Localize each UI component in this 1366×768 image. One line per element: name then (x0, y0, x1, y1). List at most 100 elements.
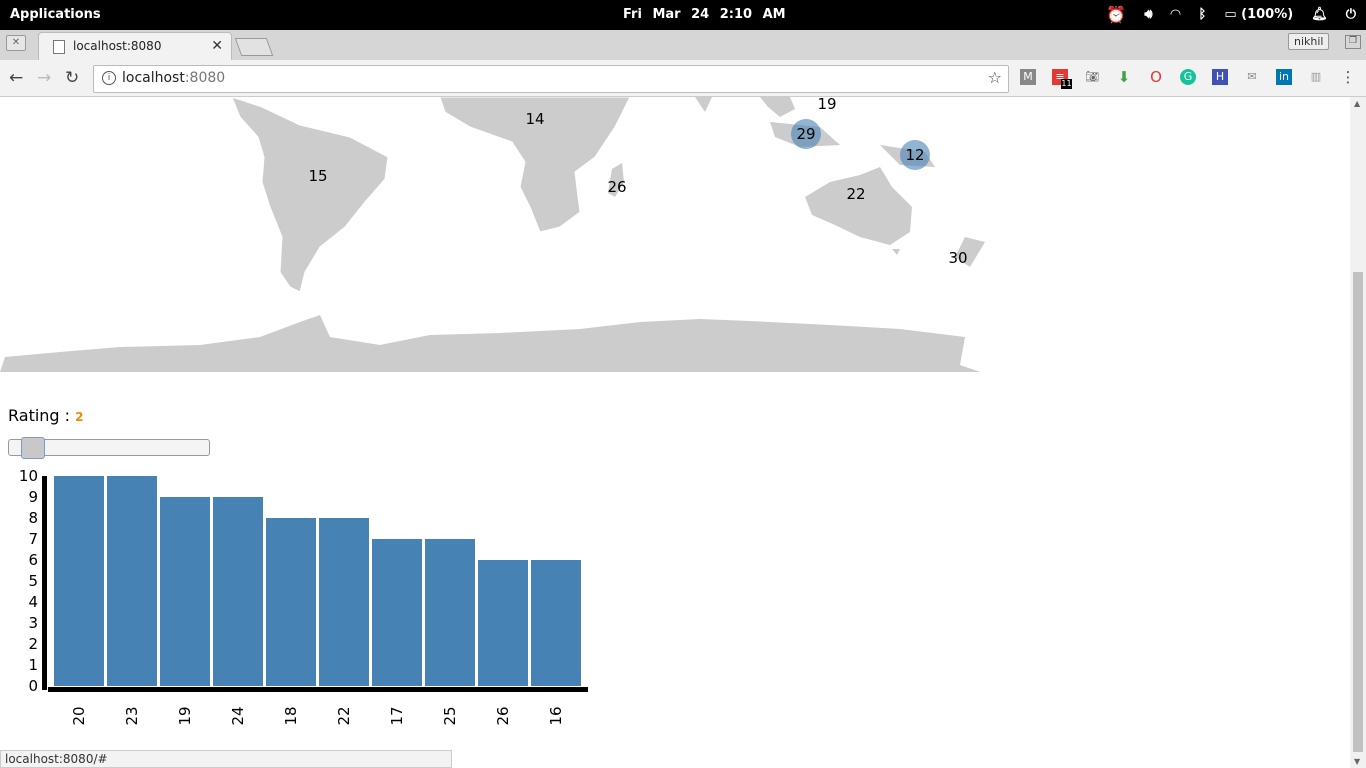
bar (319, 518, 369, 686)
se-asia-landmass (760, 97, 795, 117)
system-tray: ⏰ 🔊︎ ◠ ᛒ ▭ (100%) 🔔︎ ⏻ (1106, 5, 1356, 24)
y-tick-label: 2 (28, 635, 38, 653)
bar (425, 539, 475, 686)
page-icon (53, 40, 65, 54)
profile-button[interactable]: nikhil (1288, 33, 1330, 50)
map-point-label[interactable]: 26 (607, 178, 626, 196)
alarm-clock-icon[interactable]: ⏰ (1106, 5, 1126, 24)
vertical-scrollbar[interactable]: ▲ ▼ (1350, 97, 1366, 768)
restore-window-icon[interactable]: ❐ (1345, 35, 1361, 49)
y-tick-label: 9 (28, 488, 38, 506)
tasmania-landmass (892, 249, 900, 255)
bookmark-star-icon[interactable]: ☆ (988, 68, 1002, 87)
scrollbar-thumb[interactable] (1353, 272, 1363, 752)
forward-icon[interactable]: → (37, 68, 51, 88)
stats-icon[interactable]: ▥ (1308, 69, 1324, 85)
bluetooth-icon[interactable]: ᛒ (1199, 7, 1207, 22)
y-tick-label: 5 (28, 572, 38, 590)
tab-title: localhost:8080 (73, 39, 162, 53)
rating-label: Rating : 2 (8, 406, 84, 425)
rating-value: 2 (75, 410, 84, 424)
url-text[interactable]: localhost:8080 (122, 70, 225, 86)
camera-icon[interactable]: 📷︎ (1084, 69, 1100, 85)
x-tick-label: 23 (123, 706, 141, 725)
australia-landmass (805, 167, 912, 245)
map-point-label[interactable]: 30 (948, 249, 967, 267)
bar (531, 560, 581, 686)
power-icon[interactable]: ⏻ (1346, 7, 1356, 22)
scroll-up-icon[interactable]: ▲ (1354, 99, 1360, 108)
map-point-label[interactable]: 19 (817, 97, 836, 113)
x-tick-label: 17 (388, 706, 406, 725)
reload-icon[interactable]: ↻ (65, 68, 79, 88)
bar (54, 476, 104, 686)
map-cluster-marker[interactable]: 29 (791, 119, 821, 149)
x-tick-label: 26 (494, 706, 512, 725)
y-axis-line (42, 476, 47, 690)
y-tick-label: 6 (28, 551, 38, 569)
y-tick-label: 4 (28, 593, 38, 611)
bar (372, 539, 422, 686)
bar (478, 560, 528, 686)
wifi-icon[interactable]: ◠ (1171, 7, 1181, 22)
x-tick-label: 24 (229, 706, 247, 725)
arabia-landmass (695, 97, 712, 112)
clock[interactable]: Fri Mar 24 2:10 AM (623, 7, 786, 22)
battery-icon[interactable]: ▭ (100%) (1224, 7, 1293, 22)
map-point-label[interactable]: 22 (846, 185, 865, 203)
slider-handle[interactable] (21, 437, 45, 459)
antarctica-landmass (0, 315, 980, 372)
applications-menu[interactable]: Applications (10, 7, 101, 22)
south-america-landmass (231, 97, 389, 293)
map-point-label[interactable]: 15 (308, 167, 327, 185)
new-tab-button[interactable] (234, 38, 274, 56)
map-point-label[interactable]: 14 (525, 110, 544, 128)
volume-icon[interactable]: 🔊︎ (1144, 7, 1152, 22)
x-axis-line (48, 687, 588, 692)
status-bar-url: localhost:8080/# (0, 750, 452, 768)
browser-tab-strip: ✕ localhost:8080 ✕ nikhil ❐ (0, 30, 1366, 61)
y-tick-label: 1 (28, 656, 38, 674)
scroll-down-icon[interactable]: ▼ (1354, 757, 1360, 766)
download-icon[interactable]: ⬇ (1116, 69, 1132, 85)
battery-percentage: (100%) (1241, 7, 1294, 22)
bar (107, 476, 157, 686)
x-tick-label: 20 (70, 706, 88, 725)
address-bar[interactable]: i localhost:8080 ☆ (93, 65, 1009, 93)
bar-chart: 20 23 19 24 18 22 17 25 26 16012345678910 (19, 467, 588, 725)
x-tick-label: 16 (547, 706, 565, 725)
back-icon[interactable]: ← (9, 68, 23, 88)
y-tick-label: 0 (28, 677, 38, 695)
bar (266, 518, 316, 686)
extension-m-icon[interactable]: M (1020, 69, 1036, 85)
browser-tab[interactable]: localhost:8080 ✕ (38, 32, 232, 61)
rating-slider[interactable] (8, 437, 210, 459)
rating-text: Rating : (8, 406, 71, 425)
x-tick-label: 25 (441, 706, 459, 725)
menu-dots-icon[interactable]: ⋮ (1340, 69, 1356, 85)
y-tick-label: 7 (28, 530, 38, 548)
y-tick-label: 3 (28, 614, 38, 632)
info-icon[interactable]: i (102, 71, 116, 85)
system-top-bar: Applications Fri Mar 24 2:10 AM ⏰ 🔊︎ ◠ ᛒ… (0, 0, 1366, 30)
browser-toolbar: ← → ↻ i localhost:8080 ☆ M ≡ 11 📷︎ ⬇ O G… (0, 60, 1366, 97)
opera-icon[interactable]: O (1148, 69, 1164, 85)
x-tick-label: 19 (176, 706, 194, 725)
close-window-button[interactable]: ✕ (6, 35, 26, 51)
notifications-bell-icon[interactable]: 🔔︎ (1311, 7, 1328, 22)
extension-badge: 11 (1061, 79, 1072, 89)
close-tab-icon[interactable]: ✕ (211, 38, 223, 54)
y-tick-label: 10 (19, 467, 38, 485)
y-tick-label: 8 (28, 509, 38, 527)
grammarly-icon[interactable]: G (1180, 69, 1196, 85)
extension-h-icon[interactable]: H (1212, 69, 1228, 85)
page-content: 14 19 15 26 22 30 29 12 Rating : 2 20 23 1… (0, 97, 1350, 768)
mail-check-icon[interactable]: ✉ (1244, 69, 1260, 85)
world-map (0, 97, 985, 372)
x-tick-label: 22 (335, 706, 353, 725)
bar (160, 497, 210, 686)
map-cluster-marker[interactable]: 12 (900, 140, 930, 170)
bar (213, 497, 263, 686)
x-tick-label: 18 (282, 706, 300, 725)
linkedin-icon[interactable]: in (1276, 69, 1292, 85)
